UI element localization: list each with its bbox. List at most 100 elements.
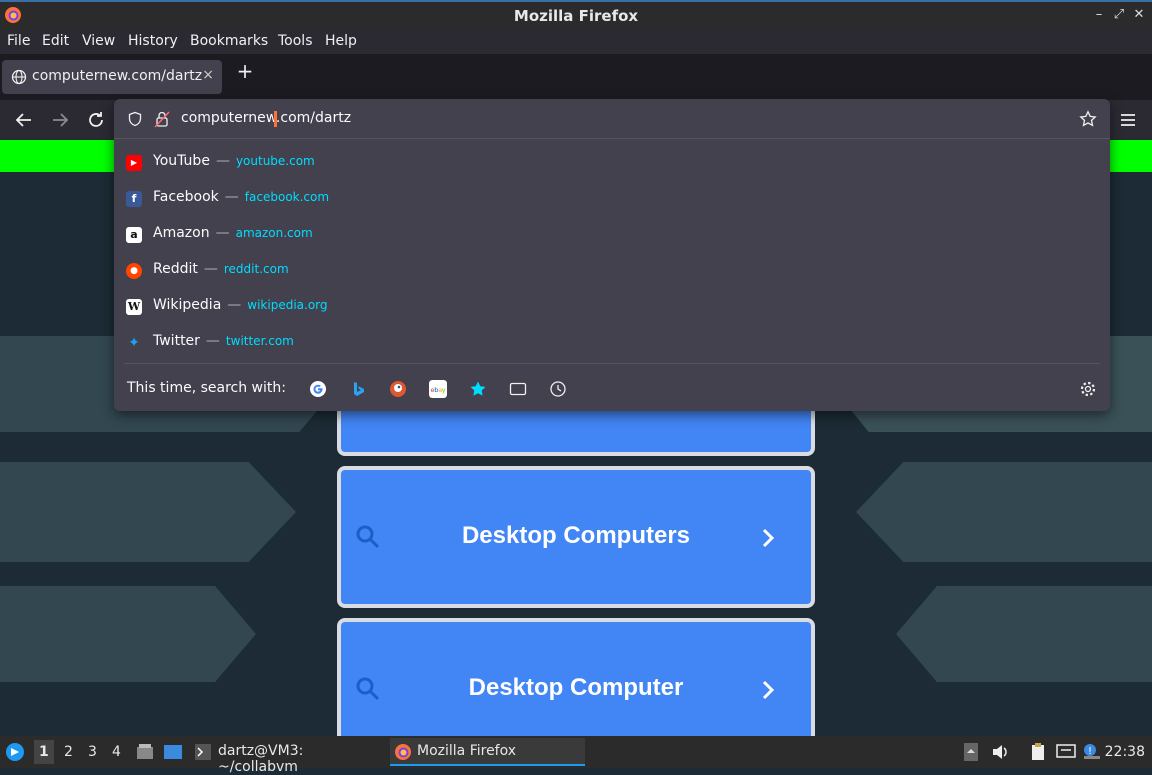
separator-dash: — (215, 153, 230, 169)
forward-icon[interactable] (48, 108, 72, 132)
chevron-right-icon (762, 528, 775, 548)
separator-dash: — (215, 225, 230, 241)
background-shape (896, 586, 1152, 682)
chevron-right-icon (762, 680, 775, 700)
suggestion-wikipedia[interactable]: W Wikipedia — wikipedia.org (114, 288, 1110, 324)
suggestion-title: Amazon (153, 225, 210, 241)
urlbar-dropdown: computernew.com/dartz ▶ YouTube — youtube.… (114, 99, 1110, 411)
ebay-engine-icon[interactable]: e b a y (429, 380, 447, 398)
app-menu-icon[interactable] (1116, 108, 1140, 132)
back-icon[interactable] (12, 108, 36, 132)
bing-engine-icon[interactable] (349, 380, 367, 398)
tabs-icon[interactable] (509, 380, 527, 398)
new-tab-button[interactable]: + (234, 60, 256, 82)
text-cursor (274, 111, 277, 127)
suggestion-title: Twitter (153, 333, 200, 349)
tray-arrow-icon[interactable] (963, 742, 979, 762)
menu-edit[interactable]: Edit (42, 33, 69, 49)
duckduckgo-engine-icon[interactable] (389, 380, 407, 398)
separator-dash: — (205, 333, 220, 349)
workspace-1[interactable]: 1 (39, 744, 49, 760)
clock: 22:38 (1104, 744, 1145, 760)
suggestion-facebook[interactable]: f Facebook — facebook.com (114, 180, 1110, 216)
search-card-desktop-computers[interactable]: Desktop Computers (337, 466, 815, 608)
history-clock-icon[interactable] (549, 380, 567, 398)
terminal-label: dartz@VM3: ~/collabvm (218, 743, 304, 775)
taskbar: 1 2 3 4 dartz@VM3: ~/collabvm Mozilla Fi… (0, 736, 1152, 775)
menu-history[interactable]: History (128, 33, 178, 49)
suggestion-domain: wikipedia.org (247, 298, 328, 312)
maximize-icon[interactable]: ⤢ (1110, 6, 1128, 24)
network-icon[interactable] (1055, 742, 1077, 762)
menu-bookmarks[interactable]: Bookmarks (190, 33, 268, 49)
url-input[interactable]: computernew.com/dartz (114, 99, 1110, 139)
card-label: Desktop Computer (468, 674, 684, 701)
window-title: Mozilla Firefox (513, 7, 639, 25)
separator-dash: — (224, 189, 239, 205)
menu-file[interactable]: File (7, 33, 30, 49)
search-card-desktop-computer[interactable]: Desktop Computer (337, 618, 815, 736)
workspace-4[interactable]: 4 (112, 744, 121, 760)
tab-active[interactable]: computernew.com/dartz × (2, 60, 222, 94)
separator-dash: — (227, 297, 242, 313)
file-manager-icon[interactable] (135, 742, 155, 762)
clipboard-icon[interactable] (1028, 742, 1048, 762)
amazon-icon: a (126, 227, 142, 243)
tab-label: computernew.com/dartz (32, 68, 203, 84)
background-shape (856, 462, 1152, 562)
menu-view[interactable]: View (82, 33, 115, 49)
taskbar-terminal[interactable]: dartz@VM3: ~/collabvm (190, 738, 385, 775)
bookmark-star-icon[interactable] (1079, 110, 1097, 128)
notification-icon[interactable]: ! (1082, 742, 1102, 762)
svg-text:!: ! (1088, 746, 1092, 757)
card-label: Desktop Computers (461, 522, 691, 549)
search-settings-gear-icon[interactable] (1079, 380, 1097, 398)
search-with-label: This time, search with: (127, 380, 286, 396)
google-engine-icon[interactable] (309, 380, 327, 398)
minimize-icon[interactable]: – (1090, 6, 1108, 24)
menu-help[interactable]: Help (325, 33, 357, 49)
url-text: computernew.com/dartz (181, 110, 352, 126)
suggestion-title: Wikipedia (153, 297, 222, 313)
suggestion-reddit[interactable]: ● Reddit — reddit.com (114, 252, 1110, 288)
tab-bar: computernew.com/dartz × (0, 54, 1152, 100)
background-shape (0, 586, 256, 682)
suggestion-domain: reddit.com (223, 262, 289, 276)
facebook-icon: f (126, 191, 142, 207)
firefox-icon (395, 744, 411, 760)
taskbar-firefox[interactable]: Mozilla Firefox (390, 738, 585, 766)
window-titlebar: Mozilla Firefox – ⤢ ✕ (0, 0, 1152, 30)
divider (124, 363, 1100, 364)
twitter-icon: ✦ (128, 335, 140, 351)
suggestion-amazon[interactable]: a Amazon — amazon.com (114, 216, 1110, 252)
start-menu-icon[interactable] (5, 742, 25, 762)
volume-icon[interactable] (990, 742, 1010, 762)
suggestion-twitter[interactable]: ✦ Twitter — twitter.com (114, 324, 1110, 360)
insecure-lock-icon[interactable] (154, 110, 170, 128)
workspace-2[interactable]: 2 (64, 744, 73, 760)
bookmarks-star-icon[interactable] (469, 380, 487, 398)
suggestion-domain: youtube.com (235, 154, 315, 168)
suggestion-title: Facebook (153, 189, 219, 205)
youtube-icon: ▶ (126, 155, 142, 171)
svg-text:y: y (442, 386, 446, 394)
reload-icon[interactable] (84, 108, 108, 132)
suggestion-youtube[interactable]: ▶ YouTube — youtube.com (114, 144, 1110, 180)
wikipedia-icon: W (126, 299, 142, 315)
close-window-icon[interactable]: ✕ (1130, 6, 1148, 24)
suggestion-domain: facebook.com (244, 190, 330, 204)
menu-tools[interactable]: Tools (278, 33, 313, 49)
terminal-icon (195, 744, 211, 760)
show-desktop-icon[interactable] (163, 742, 183, 762)
reddit-icon: ● (126, 263, 142, 279)
suggestion-title: Reddit (153, 261, 198, 277)
suggestion-domain: twitter.com (225, 334, 294, 348)
background-shape (0, 462, 296, 562)
workspace-3[interactable]: 3 (88, 744, 97, 760)
suggestion-domain: amazon.com (235, 226, 313, 240)
firefox-label: Mozilla Firefox (417, 743, 517, 759)
suggestion-title: YouTube (153, 153, 210, 169)
tab-close-icon[interactable]: × (202, 67, 214, 83)
globe-icon (11, 69, 27, 85)
shield-icon[interactable] (127, 111, 143, 127)
